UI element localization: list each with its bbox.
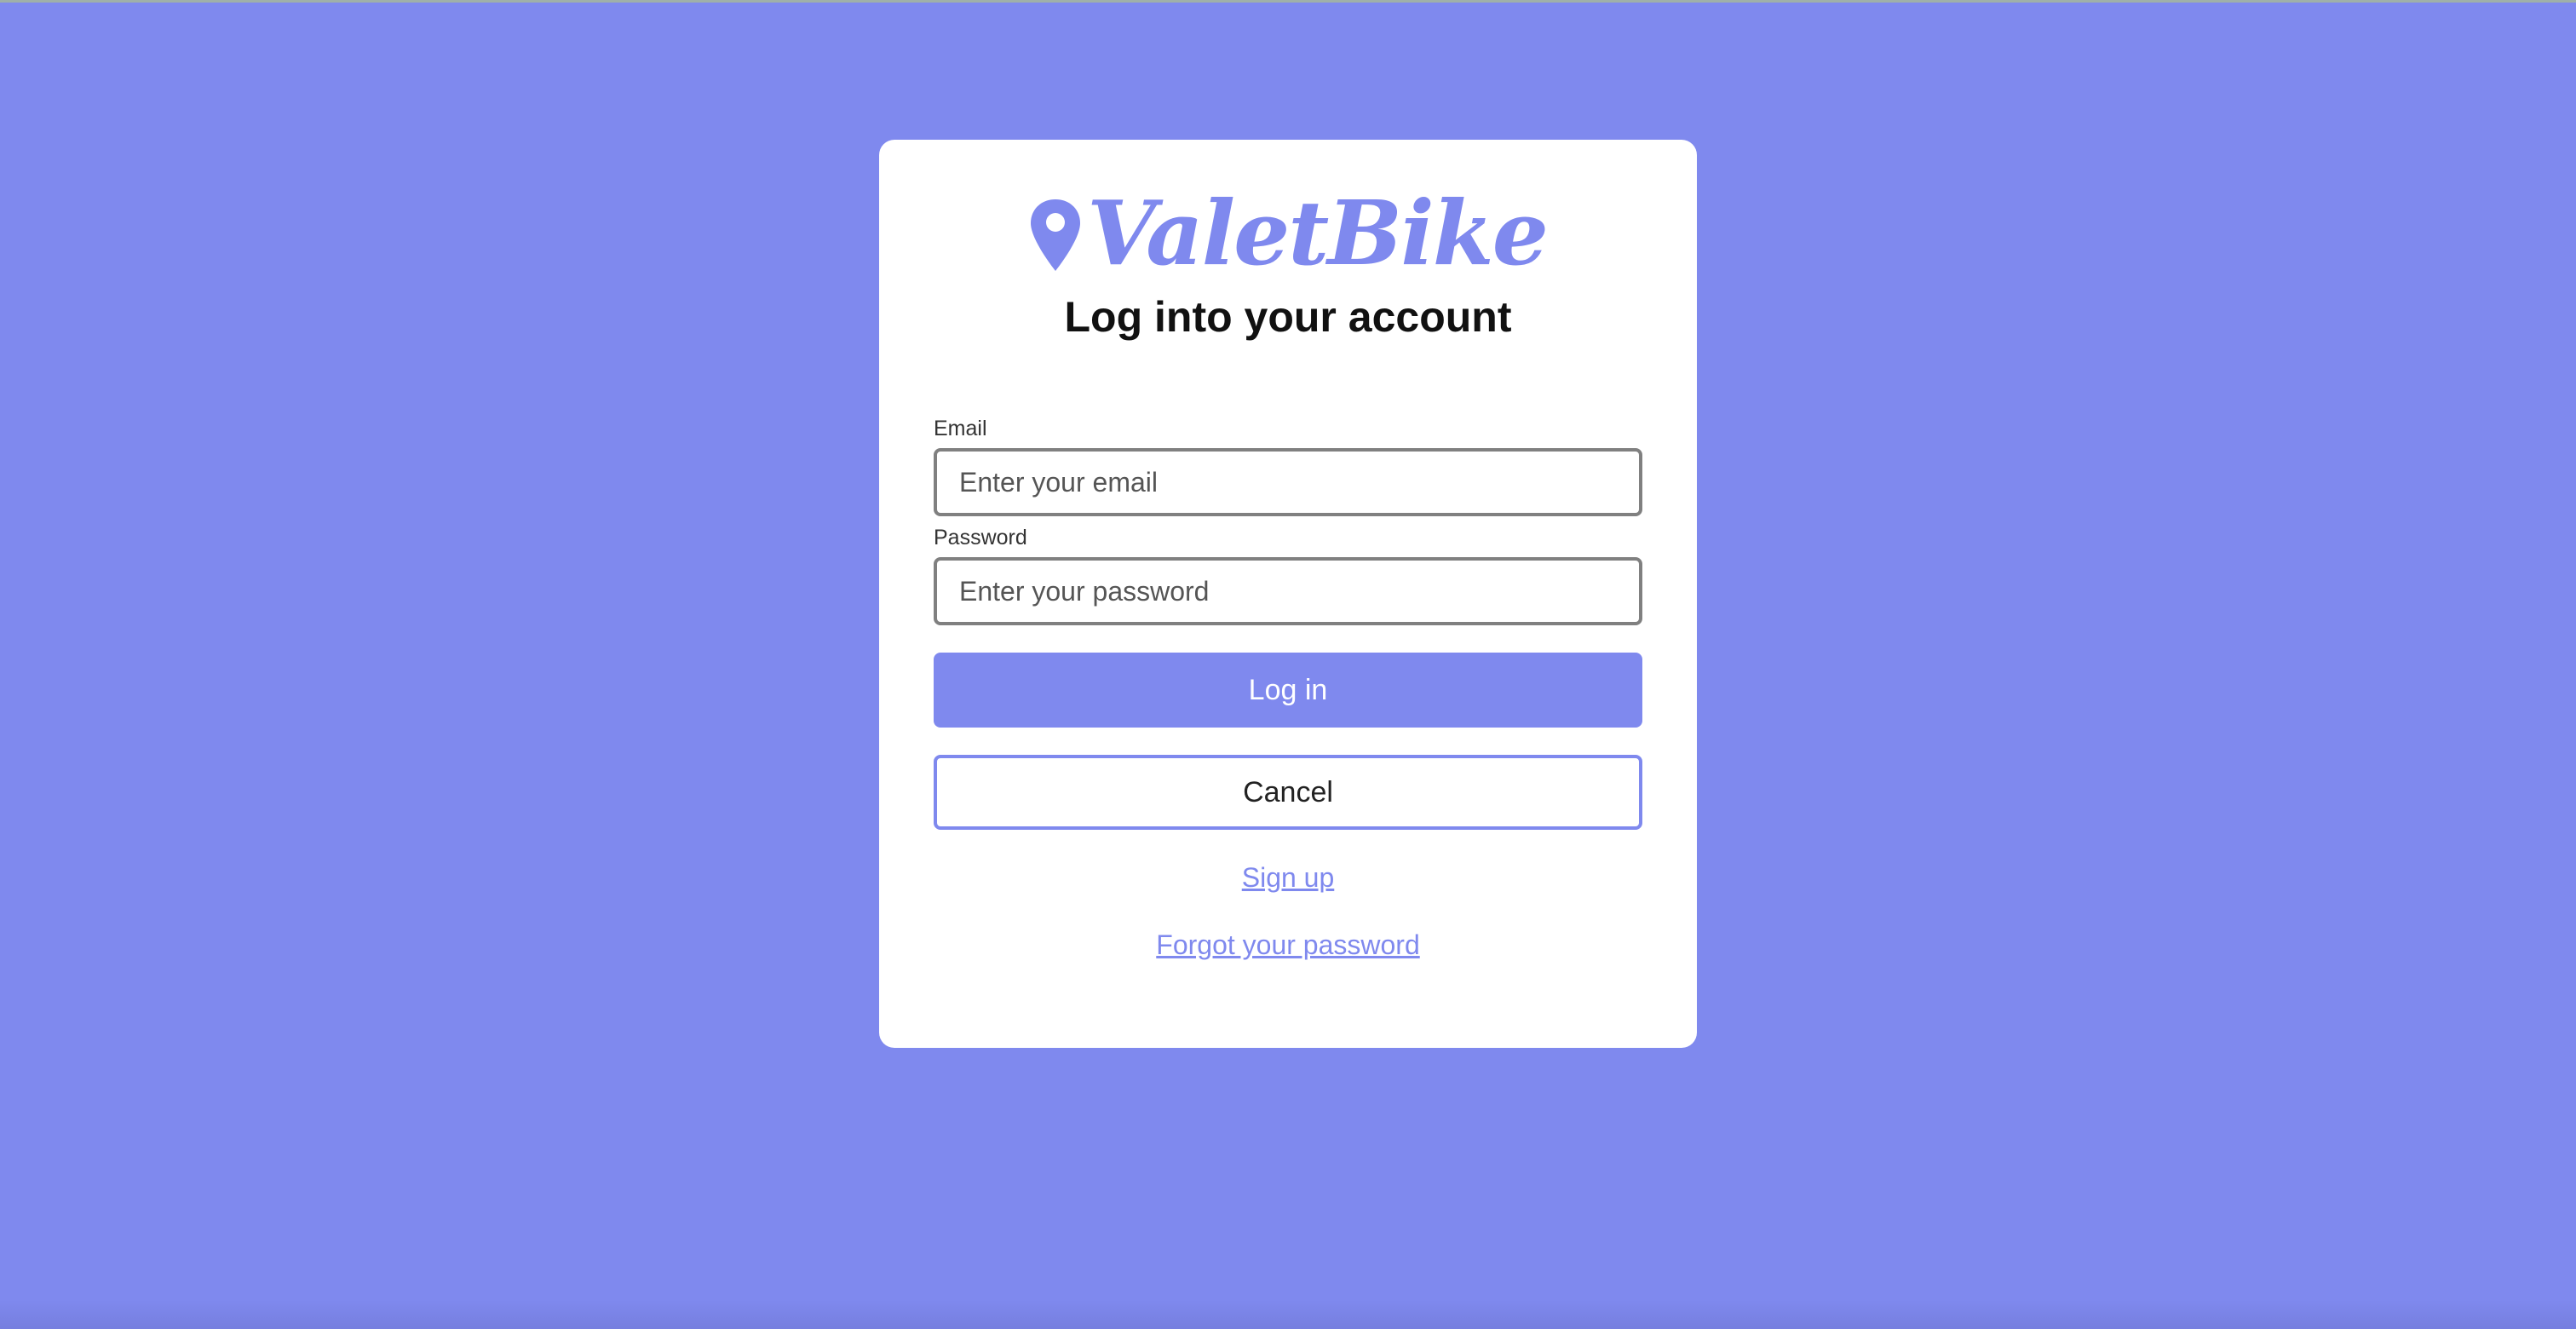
page-title: Log into your account [1064, 293, 1512, 341]
login-button[interactable]: Log in [934, 653, 1642, 728]
password-field[interactable] [934, 557, 1642, 625]
map-pin-icon [1031, 199, 1081, 271]
signup-link-container: Sign up [879, 860, 1697, 895]
signup-link[interactable]: Sign up [1242, 862, 1335, 893]
email-field[interactable] [934, 448, 1642, 516]
window-top-edge [0, 0, 2576, 3]
window-bottom-shade [0, 1300, 2576, 1329]
forgot-password-link[interactable]: Forgot your password [1156, 929, 1419, 960]
brand-logo: ValetBike [879, 186, 1697, 281]
brand-logo-inner: ValetBike [1029, 181, 1549, 285]
cancel-button[interactable]: Cancel [934, 755, 1642, 830]
login-card: ValetBike Log into your account Email Pa… [879, 140, 1697, 1048]
password-label: Password [934, 526, 1027, 549]
brand-name: ValetBike [1087, 181, 1549, 285]
forgot-password-link-container: Forgot your password [879, 928, 1697, 962]
email-label: Email [934, 417, 987, 440]
